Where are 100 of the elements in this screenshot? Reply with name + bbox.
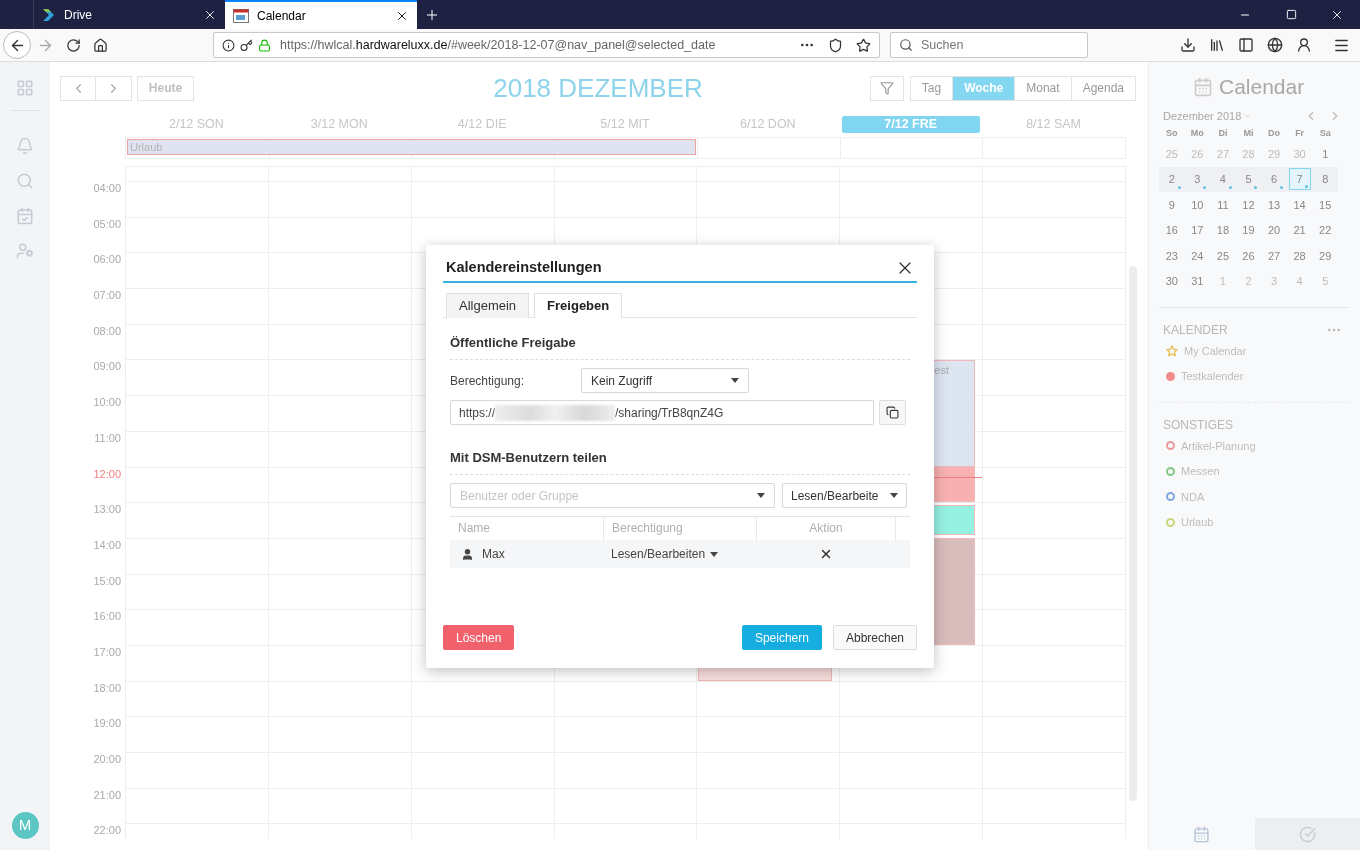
day-header[interactable]: 6/12 DON [740, 116, 796, 133]
day-cell[interactable]: 25 [1211, 244, 1234, 267]
user-select[interactable]: Benutzer oder Gruppe [450, 483, 775, 508]
day-cell[interactable]: 15 [1314, 193, 1337, 216]
day-cell[interactable]: 26 [1237, 244, 1260, 267]
day-cell[interactable]: 26 [1186, 142, 1209, 165]
share-link-field[interactable]: https:// /sharing/TrB8qnZ4G [450, 400, 874, 425]
copy-icon [886, 406, 899, 419]
weekday-label: So [1165, 127, 1179, 140]
dialog-tab[interactable]: Freigeben [534, 293, 623, 318]
reload-icon[interactable] [65, 37, 81, 53]
table-cell[interactable]: Lesen/Bearbeiten [611, 545, 706, 563]
day-cell[interactable]: 5 [1314, 270, 1337, 293]
user-avatar[interactable]: M [11, 812, 39, 839]
day-cell[interactable]: 9 [1160, 193, 1183, 216]
download-icon[interactable] [1180, 37, 1196, 53]
day-cell[interactable]: 10 [1186, 193, 1209, 216]
day-header[interactable]: 4/12 DIE [457, 116, 507, 133]
day-cell[interactable]: 4 [1288, 270, 1311, 293]
day-cell[interactable]: 2 [1237, 270, 1260, 293]
day-cell[interactable]: 12 [1237, 193, 1260, 216]
hour-label: 10:00 [93, 396, 121, 410]
search-field[interactable]: Suchen [890, 32, 1088, 58]
caret-icon [890, 493, 898, 498]
hour-label: 05:00 [93, 217, 121, 231]
day-cell[interactable]: 14 [1288, 193, 1311, 216]
day-cell[interactable]: 17 [1186, 219, 1209, 242]
view-tab[interactable]: Agenda [1071, 75, 1136, 101]
day-cell[interactable]: 7 [1288, 168, 1311, 191]
day-cell[interactable]: 21 [1288, 219, 1311, 242]
day-cell[interactable]: 28 [1237, 142, 1260, 165]
day-cell[interactable]: 30 [1160, 270, 1183, 293]
bookmark-star-icon[interactable] [856, 37, 871, 53]
today-button[interactable]: Heute [137, 75, 194, 101]
back-button[interactable] [3, 31, 31, 59]
weekday-label: Mo [1189, 127, 1205, 140]
browser-tab[interactable]: Calendar [225, 0, 417, 29]
maximize-icon[interactable] [1285, 9, 1297, 20]
library-icon[interactable] [1209, 37, 1225, 53]
home-icon[interactable] [92, 37, 108, 53]
day-cell[interactable]: 27 [1263, 244, 1286, 267]
day-cell[interactable]: 5 [1237, 168, 1260, 191]
day-cell[interactable]: 4 [1211, 168, 1234, 191]
day-cell[interactable]: 18 [1211, 219, 1234, 242]
day-cell[interactable]: 1 [1314, 142, 1337, 165]
day-cell[interactable]: 29 [1314, 244, 1337, 267]
day-cell[interactable]: 28 [1288, 244, 1311, 267]
permission-select[interactable]: Kein Zugriff [581, 368, 749, 393]
day-cell[interactable]: 31 [1186, 270, 1209, 293]
day-cell[interactable]: 11 [1211, 193, 1234, 216]
view-tab[interactable]: Monat [1015, 75, 1072, 101]
calendar-item[interactable]: Messen [1181, 463, 1220, 480]
all-day-event[interactable]: Urlaub [127, 139, 696, 155]
permission-select[interactable]: Lesen/Bearbeite [782, 483, 907, 508]
url-text: https://hwlcal.hardwareluxx.de/#week/2018-12-07@nav_panel@selected_date [280, 36, 716, 54]
month-label[interactable]: Dezember 2018 [1163, 107, 1242, 125]
shield-icon[interactable] [828, 37, 843, 53]
day-header[interactable]: 5/12 MIT [600, 116, 650, 133]
delete-button[interactable]: Löschen [443, 625, 515, 650]
account-icon[interactable] [1296, 37, 1312, 53]
day-cell[interactable]: 19 [1237, 219, 1260, 242]
save-button[interactable]: Speichern [741, 625, 822, 650]
day-cell[interactable]: 8 [1314, 168, 1337, 191]
day-cell[interactable]: 29 [1263, 142, 1286, 165]
dialog-tab[interactable]: Allgemein [446, 293, 530, 318]
globe-icon[interactable] [1267, 37, 1283, 53]
address-bar[interactable]: https://hwlcal.hardwareluxx.de/#week/2018-12-07@nav_panel@selected_date [213, 32, 880, 58]
cancel-button[interactable]: Abbrechen [832, 625, 917, 650]
day-cell[interactable]: 3 [1263, 270, 1286, 293]
caret-icon [731, 378, 739, 383]
day-header[interactable]: 3/12 MON [310, 116, 368, 133]
day-cell[interactable]: 13 [1263, 193, 1286, 216]
remove-icon[interactable] [819, 547, 833, 561]
day-header[interactable]: 8/12 SAM [1026, 116, 1082, 133]
day-cell[interactable]: 1 [1211, 270, 1234, 293]
calendar-item[interactable]: Testkalender [1181, 368, 1244, 385]
month-title: 2018 DEZEMBER [493, 75, 703, 101]
day-cell[interactable]: 22 [1314, 219, 1337, 242]
hour-label: 13:00 [93, 503, 121, 517]
day-cell[interactable]: 27 [1211, 142, 1234, 165]
day-cell[interactable]: 20 [1263, 219, 1286, 242]
tab-title: Calendar [257, 7, 307, 25]
day-cell[interactable]: 23 [1160, 244, 1183, 267]
copy-button[interactable] [879, 400, 906, 425]
day-cell[interactable]: 24 [1186, 244, 1209, 267]
day-cell[interactable]: 6 [1263, 168, 1286, 191]
calendar-item[interactable]: Urlaub [1181, 514, 1214, 531]
tab-title: Drive [64, 6, 93, 24]
calendar-item[interactable]: My Calendar [1184, 342, 1247, 359]
calendar-item[interactable]: Artikel-Planung [1181, 437, 1256, 454]
calendar-item[interactable]: NDA [1181, 488, 1205, 505]
day-cell[interactable]: 2 [1160, 168, 1183, 191]
day-header[interactable]: 2/12 SON [169, 116, 224, 133]
day-cell[interactable]: 16 [1160, 219, 1183, 242]
sidebar-icon[interactable] [1238, 37, 1254, 53]
view-tab[interactable]: Tag [909, 75, 954, 101]
day-cell[interactable]: 3 [1186, 168, 1209, 191]
day-cell[interactable]: 25 [1160, 142, 1183, 165]
hour-label: 09:00 [93, 360, 121, 374]
day-cell[interactable]: 30 [1288, 142, 1311, 165]
